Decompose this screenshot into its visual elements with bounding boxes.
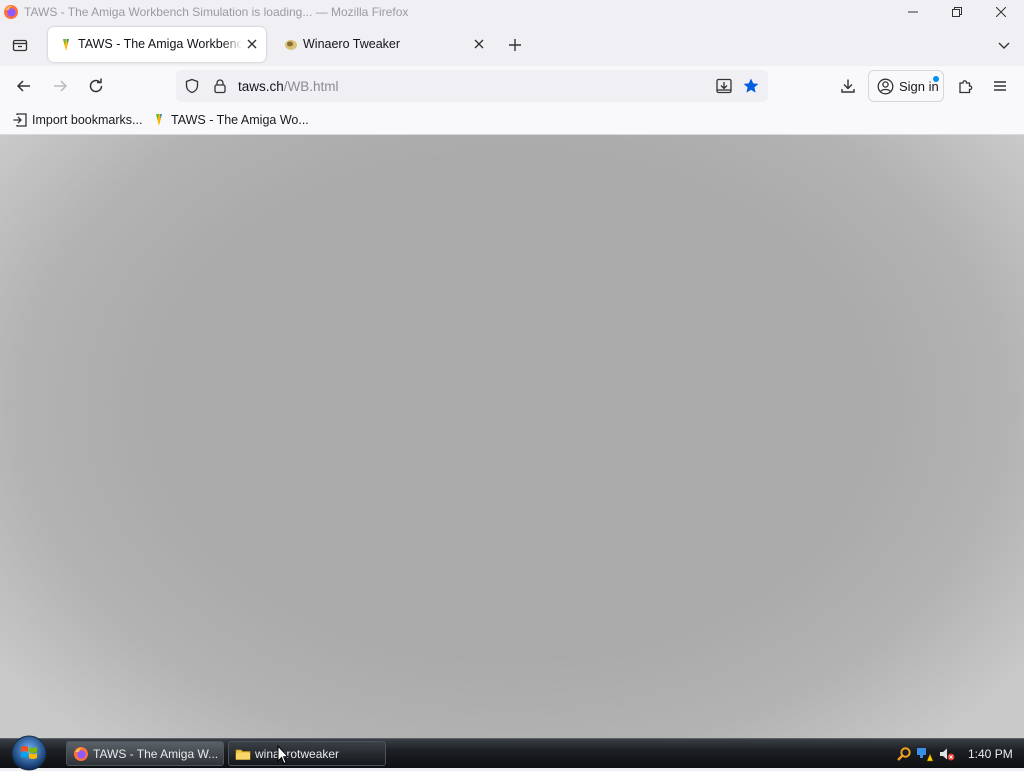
bookmark-taws[interactable]: TAWS - The Amiga Wo... bbox=[151, 111, 309, 129]
taws-favicon bbox=[151, 112, 167, 128]
firefox-view-icon bbox=[12, 37, 28, 53]
tab-taws[interactable]: TAWS - The Amiga Workbench Simulation is… bbox=[48, 27, 266, 62]
winaero-favicon bbox=[283, 37, 299, 53]
bookmark-star-icon[interactable] bbox=[742, 77, 760, 95]
volume-muted-icon[interactable] bbox=[938, 746, 956, 762]
reload-icon bbox=[88, 78, 104, 94]
bookmarks-toolbar: Import bookmarks... TAWS - The Amiga Wo.… bbox=[0, 106, 1024, 135]
tab-label: TAWS - The Amiga Workbench Simulation is… bbox=[78, 37, 242, 51]
system-clock[interactable]: 1:40 PM bbox=[968, 747, 1013, 761]
minimize-icon bbox=[908, 7, 918, 17]
navigation-toolbar: taws.ch/WB.html Sign in bbox=[0, 66, 1024, 106]
taskbar-item-label: TAWS - The Amiga W... bbox=[93, 746, 219, 761]
download-icon bbox=[840, 78, 856, 94]
page-content-area[interactable] bbox=[0, 135, 1024, 738]
window-title: TAWS - The Amiga Workbench Simulation is… bbox=[24, 5, 409, 19]
restore-button[interactable] bbox=[935, 0, 979, 24]
firefox-icon bbox=[3, 4, 19, 20]
import-icon bbox=[12, 112, 28, 128]
url-path: /WB.html bbox=[283, 79, 339, 94]
taws-favicon bbox=[58, 37, 74, 53]
bookmark-import[interactable]: Import bookmarks... bbox=[12, 111, 142, 129]
network-warning-icon[interactable] bbox=[916, 746, 934, 762]
taskbar-item-explorer[interactable]: winaerotweaker bbox=[228, 741, 386, 766]
folder-icon bbox=[235, 746, 251, 762]
search-icon[interactable] bbox=[896, 746, 912, 762]
taskbar-item-firefox[interactable]: TAWS - The Amiga W... bbox=[66, 741, 224, 766]
close-window-button[interactable] bbox=[979, 0, 1023, 24]
downloads-button[interactable] bbox=[834, 72, 862, 100]
arrow-left-icon bbox=[16, 78, 32, 94]
new-tab-button[interactable] bbox=[503, 33, 527, 57]
puzzle-icon bbox=[957, 78, 974, 95]
app-menu-button[interactable] bbox=[986, 72, 1014, 100]
plus-icon bbox=[508, 38, 522, 52]
sign-in-button[interactable]: Sign in bbox=[868, 70, 944, 102]
start-button[interactable] bbox=[8, 735, 50, 771]
mouse-cursor-icon bbox=[277, 745, 289, 765]
bookmark-label: TAWS - The Amiga Wo... bbox=[171, 113, 309, 127]
firefox-icon bbox=[73, 746, 89, 762]
url-text[interactable]: taws.ch/WB.html bbox=[238, 79, 339, 94]
close-icon bbox=[996, 7, 1006, 17]
lock-icon[interactable] bbox=[212, 78, 228, 94]
back-button[interactable] bbox=[10, 72, 38, 100]
bookmark-label: Import bookmarks... bbox=[32, 113, 143, 127]
extensions-button[interactable] bbox=[951, 72, 979, 100]
address-bar[interactable]: taws.ch/WB.html bbox=[176, 70, 768, 102]
save-to-pocket-icon[interactable] bbox=[715, 77, 733, 95]
tab-winaero[interactable]: Winaero Tweaker bbox=[273, 27, 493, 62]
sync-indicator-dot bbox=[933, 76, 939, 82]
tab-label: Winaero Tweaker bbox=[303, 37, 401, 51]
account-icon bbox=[877, 78, 894, 95]
system-tray bbox=[896, 745, 956, 763]
sign-in-label: Sign in bbox=[899, 79, 939, 94]
close-tab-icon[interactable] bbox=[471, 36, 487, 52]
list-all-tabs-button[interactable] bbox=[992, 33, 1016, 57]
forward-button[interactable] bbox=[46, 72, 74, 100]
firefox-view-button[interactable] bbox=[8, 33, 32, 57]
minimize-button[interactable] bbox=[891, 0, 935, 24]
close-tab-icon[interactable] bbox=[244, 36, 260, 52]
hamburger-icon bbox=[992, 78, 1008, 94]
window-titlebar: TAWS - The Amiga Workbench Simulation is… bbox=[0, 0, 1024, 24]
arrow-right-icon bbox=[52, 78, 68, 94]
chevron-down-icon bbox=[997, 38, 1011, 52]
tracking-protection-icon[interactable] bbox=[184, 78, 200, 94]
url-host: taws.ch bbox=[238, 79, 284, 94]
reload-button[interactable] bbox=[82, 72, 110, 100]
taskbar-item-label: winaerotweaker bbox=[255, 746, 340, 761]
taskbar: TAWS - The Amiga W... winaerotweaker 1:4… bbox=[0, 735, 1024, 771]
restore-icon bbox=[952, 7, 962, 17]
